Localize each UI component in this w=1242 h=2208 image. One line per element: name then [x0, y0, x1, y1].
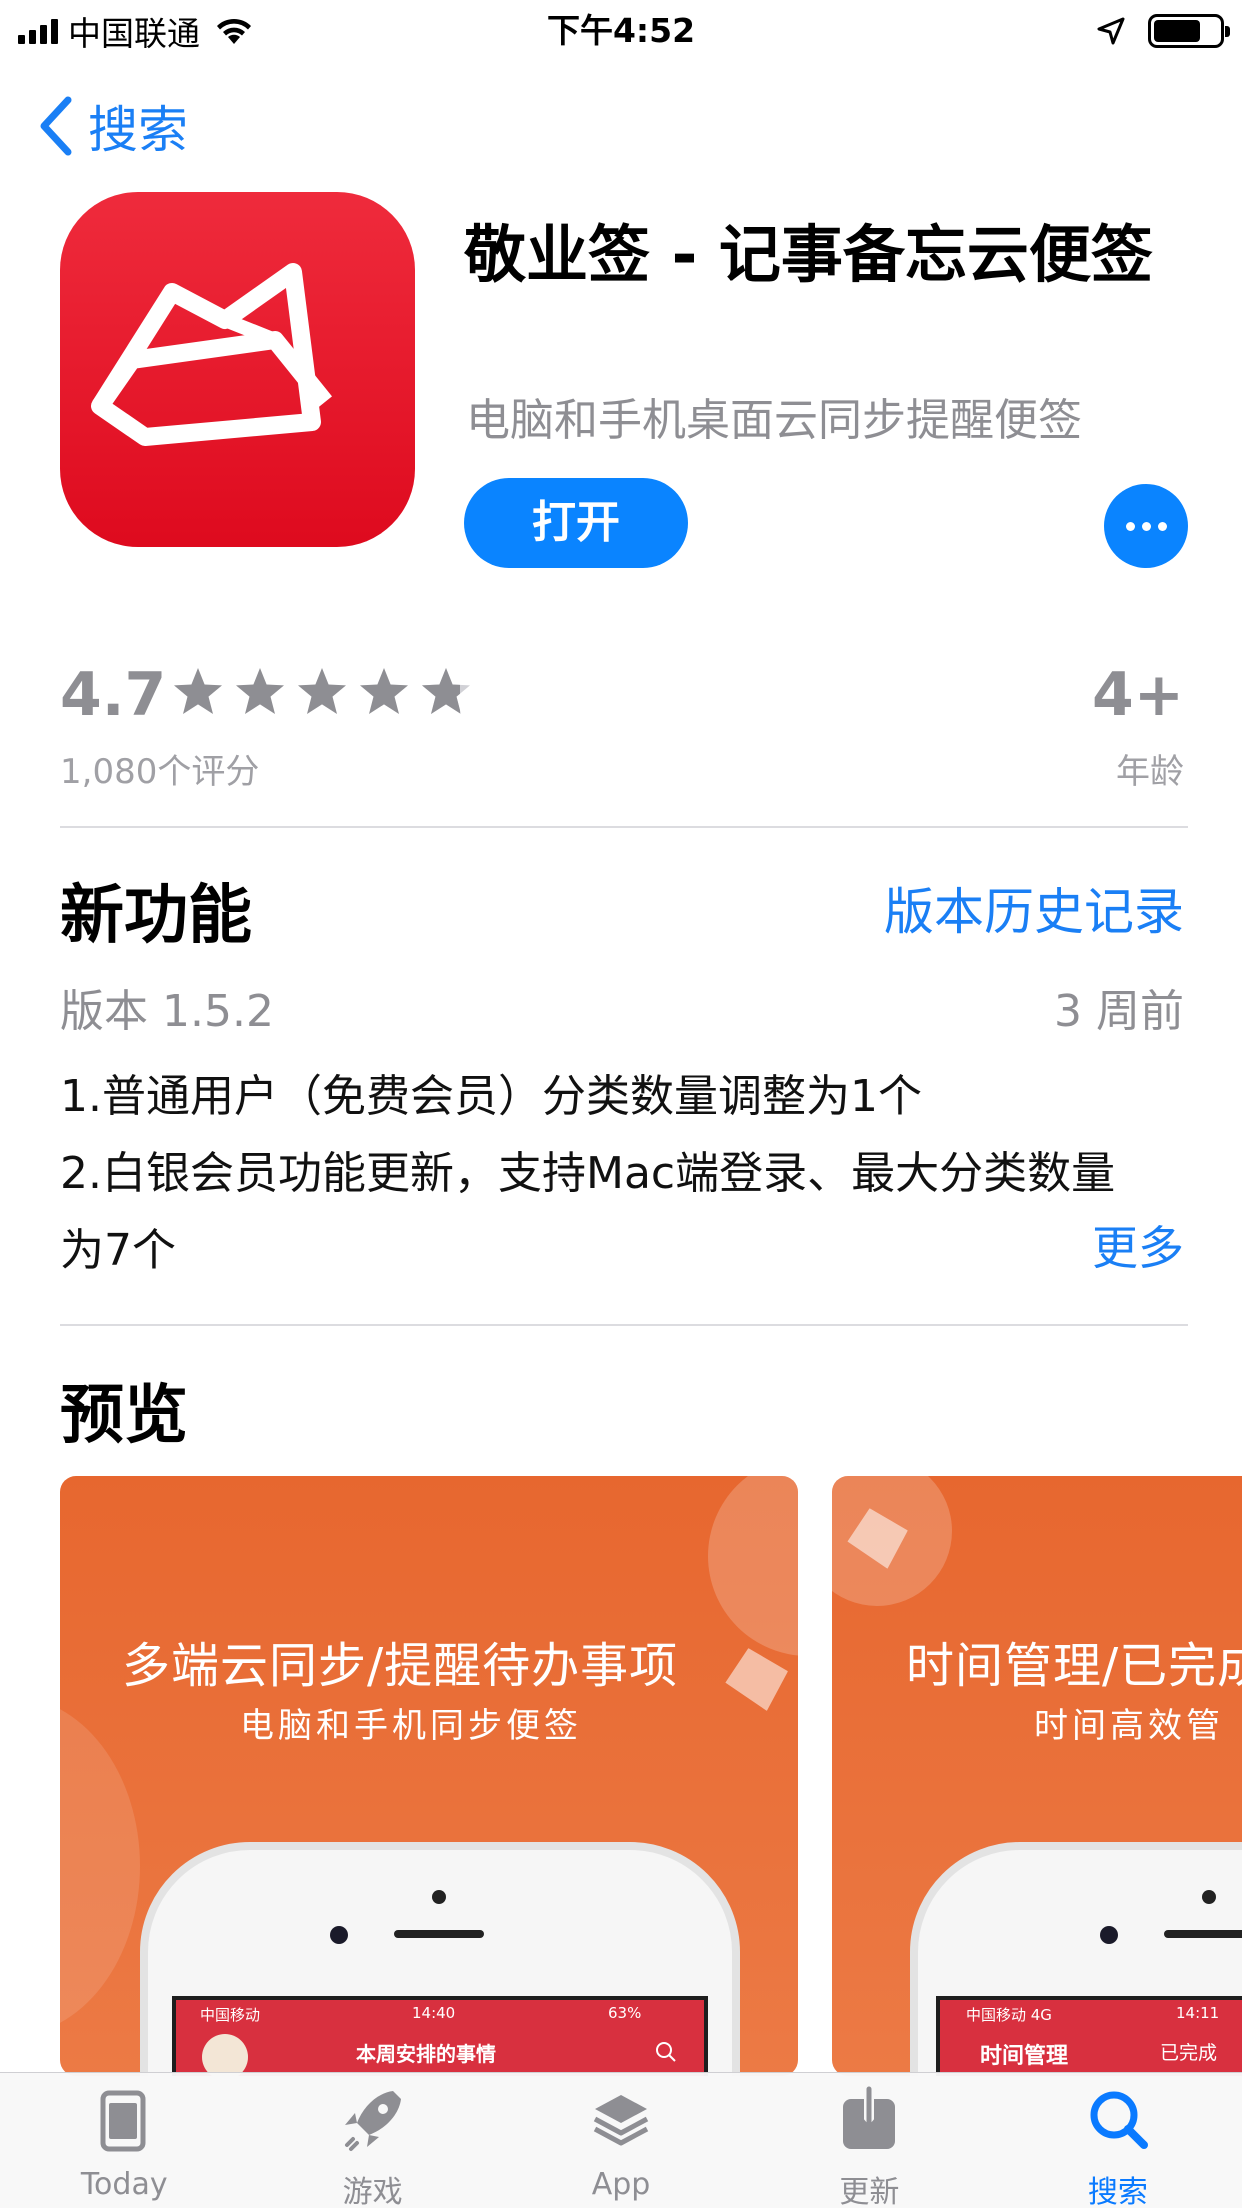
- preview-subheadline: 电脑和手机同步便签: [240, 1706, 582, 1746]
- app-logo-icon: [91, 263, 333, 446]
- battery-icon: [1148, 14, 1230, 48]
- app-title: 敬业签 - 记事备忘云便签: [464, 218, 1153, 291]
- tab-games[interactable]: 游戏: [248, 2073, 496, 2208]
- decorative-shard: [721, 1645, 791, 1714]
- dot-icon: [1141, 521, 1151, 531]
- preview-subheadline: 时间高效管: [1034, 1706, 1224, 1746]
- rating-score: 4.7: [60, 660, 167, 730]
- phone-mockup: 中国移动 14:40 63% 本周安排的事情: [140, 1842, 740, 2076]
- tab-label: 游戏: [342, 2175, 403, 2208]
- whats-new-title: 新功能: [60, 879, 252, 953]
- phone-camera: [432, 1890, 446, 1904]
- version-date: 3 周前: [1054, 986, 1184, 1037]
- search-icon: [656, 2042, 676, 2062]
- tab-label: 搜索: [1087, 2175, 1148, 2208]
- phone-sensor: [1100, 1926, 1118, 1944]
- status-time: 下午4:52: [546, 11, 696, 50]
- phone-screen: 中国移动 14:40 63% 本周安排的事情: [172, 1996, 708, 2076]
- star-partial-icon: [422, 668, 470, 714]
- tab-bar: Today 游戏 App 更新 搜索: [0, 2072, 1242, 2208]
- phone-status-row: 中国移动 4G 14:11: [940, 2004, 1242, 2032]
- phone-screen: 中国移动 4G 14:11 时间管理 已完成: [936, 1996, 1242, 2076]
- phone-status-row: 中国移动 14:40 63%: [176, 2004, 704, 2032]
- phone-title: 本周安排的事情: [356, 2042, 496, 2066]
- status-bar: 中国联通 下午4:52: [0, 0, 1242, 60]
- phone-carrier: 中国移动: [200, 2006, 261, 2024]
- rating-stars: [170, 664, 474, 720]
- tab-label: App: [591, 2167, 651, 2202]
- age-label: 年龄: [1116, 752, 1184, 792]
- divider: [60, 826, 1188, 828]
- avatar: [202, 2034, 248, 2076]
- dot-icon: [1157, 521, 1167, 531]
- phone-speaker: [1164, 1930, 1242, 1938]
- star-icon: [360, 668, 408, 714]
- phone-time: 14:40: [412, 2004, 456, 2022]
- tab-label: Today: [80, 2167, 168, 2202]
- phone-title: 时间管理: [980, 2044, 1069, 2069]
- back-button[interactable]: 搜索: [36, 94, 188, 159]
- dot-icon: [1125, 521, 1135, 531]
- version-history-link[interactable]: 版本历史记录: [884, 872, 1184, 944]
- release-note-line: 2.白银会员功能更新，支持Mac端登录、最大分类数量为7个: [60, 1148, 1116, 1276]
- back-label: 搜索: [88, 101, 188, 159]
- layers-icon: [593, 2095, 649, 2146]
- phone-battery: 63%: [608, 2004, 642, 2022]
- status-right: [1096, 8, 1230, 54]
- chevron-left-icon: [40, 96, 72, 156]
- app-icon: [60, 192, 415, 547]
- app-subtitle: 电脑和手机桌面云同步提醒便签: [466, 395, 1082, 446]
- decorative-bubble: [708, 1476, 798, 1656]
- phone-time: 14:11: [1176, 2004, 1220, 2022]
- phone-mockup: 中国移动 4G 14:11 时间管理 已完成: [910, 1842, 1242, 2076]
- preview-headline: 时间管理/已完成: [906, 1638, 1242, 1694]
- release-note-line: 1.普通用户（免费会员）分类数量调整为1个: [60, 1071, 922, 1122]
- phone-speaker: [394, 1930, 484, 1938]
- rating-count: 1,080个评分: [60, 752, 260, 792]
- tab-label: 更新: [839, 2175, 900, 2208]
- age-rating: 4+: [1091, 660, 1184, 730]
- preview-screenshot-1[interactable]: 多端云同步/提醒待办事项 电脑和手机同步便签 中国移动 14:40 63% 本周…: [60, 1476, 798, 2076]
- phone-carrier: 中国移动 4G: [966, 2006, 1052, 2024]
- search-icon: [1090, 2091, 1148, 2149]
- star-icon: [236, 668, 284, 714]
- preview-title: 预览: [60, 1379, 188, 1453]
- tab-today[interactable]: Today: [0, 2073, 248, 2208]
- rocket-icon: [344, 2091, 401, 2151]
- preview-screenshot-2[interactable]: 时间管理/已完成 时间高效管 中国移动 4G 14:11 时间管理 已完成: [832, 1476, 1242, 2076]
- today-icon: [100, 2090, 146, 2152]
- star-icon: [298, 668, 346, 714]
- more-link[interactable]: 更多: [1092, 1212, 1184, 1278]
- release-notes: 1.普通用户（免费会员）分类数量调整为1个 2.白银会员功能更新，支持Mac端登…: [60, 1058, 1188, 1289]
- tab-updates[interactable]: 更新: [745, 2073, 993, 2208]
- more-options-button[interactable]: [1104, 484, 1188, 568]
- decorative-bubble: [60, 1696, 140, 2036]
- phone-sensor: [330, 1926, 348, 1944]
- open-button[interactable]: 打开: [464, 478, 688, 568]
- star-icon: [174, 668, 222, 714]
- tab-search[interactable]: 搜索: [994, 2073, 1242, 2208]
- phone-camera: [1202, 1890, 1216, 1904]
- divider: [60, 1324, 1188, 1326]
- phone-right-label: 已完成: [1160, 2042, 1218, 2064]
- tab-apps[interactable]: App: [497, 2073, 745, 2208]
- download-icon: [843, 2086, 896, 2149]
- version-label: 版本 1.5.2: [60, 986, 274, 1037]
- preview-headline: 多端云同步/提醒待办事项: [122, 1638, 679, 1694]
- location-arrow-icon: [1097, 17, 1125, 45]
